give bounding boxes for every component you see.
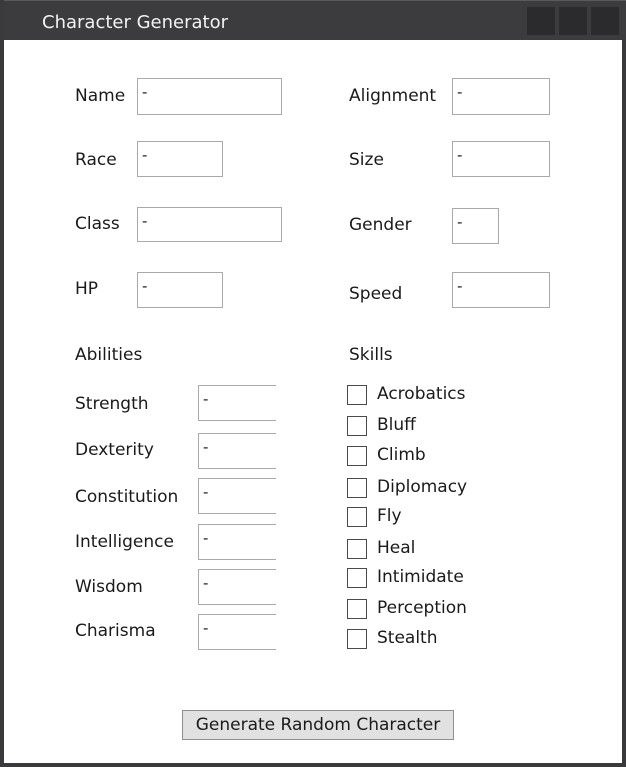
- race-label: Race: [75, 150, 117, 170]
- name-field[interactable]: -: [137, 78, 282, 115]
- checkbox[interactable]: [347, 416, 367, 436]
- gender-label: Gender: [349, 215, 412, 235]
- checkbox[interactable]: [347, 568, 367, 588]
- checkbox[interactable]: [347, 478, 367, 498]
- name-label: Name: [75, 86, 126, 106]
- class-label: Class: [75, 214, 120, 234]
- skill-label: Acrobatics: [377, 384, 466, 404]
- dexterity-label: Dexterity: [75, 440, 154, 460]
- speed-field[interactable]: -: [452, 272, 550, 308]
- checkbox[interactable]: [347, 629, 367, 649]
- strength-field[interactable]: -: [198, 385, 276, 421]
- charisma-label: Charisma: [75, 621, 156, 641]
- class-field[interactable]: -: [137, 207, 282, 242]
- constitution-label: Constitution: [75, 487, 179, 507]
- skill-label: Bluff: [377, 415, 416, 435]
- intelligence-label: Intelligence: [75, 532, 174, 552]
- skill-label: Fly: [377, 506, 402, 526]
- checkbox[interactable]: [347, 507, 367, 527]
- skill-label: Heal: [377, 538, 416, 558]
- checkbox[interactable]: [347, 446, 367, 466]
- hp-field[interactable]: -: [137, 272, 223, 308]
- speed-label: Speed: [349, 284, 403, 304]
- skill-label: Intimidate: [377, 567, 464, 587]
- skill-label: Stealth: [377, 628, 438, 648]
- strength-label: Strength: [75, 394, 149, 414]
- hp-label: HP: [75, 279, 99, 299]
- size-field[interactable]: -: [452, 141, 550, 177]
- skills-heading: Skills: [349, 345, 393, 365]
- checkbox[interactable]: [347, 599, 367, 619]
- checkbox[interactable]: [347, 539, 367, 559]
- alignment-label: Alignment: [349, 86, 437, 106]
- size-label: Size: [349, 150, 384, 170]
- generate-random-character-button[interactable]: Generate Random Character: [182, 710, 454, 740]
- skill-label: Climb: [377, 445, 426, 465]
- abilities-heading: Abilities: [75, 345, 143, 365]
- alignment-field[interactable]: -: [452, 78, 550, 115]
- constitution-field[interactable]: -: [198, 478, 276, 514]
- checkbox[interactable]: [347, 385, 367, 405]
- race-field[interactable]: -: [137, 141, 223, 177]
- dexterity-field[interactable]: -: [198, 433, 276, 469]
- intelligence-field[interactable]: -: [198, 524, 276, 560]
- wisdom-field[interactable]: -: [198, 569, 276, 605]
- wisdom-label: Wisdom: [75, 577, 143, 597]
- gender-field[interactable]: -: [452, 208, 499, 244]
- skill-label: Perception: [377, 598, 467, 618]
- skill-label: Diplomacy: [377, 477, 468, 497]
- charisma-field[interactable]: -: [198, 614, 276, 650]
